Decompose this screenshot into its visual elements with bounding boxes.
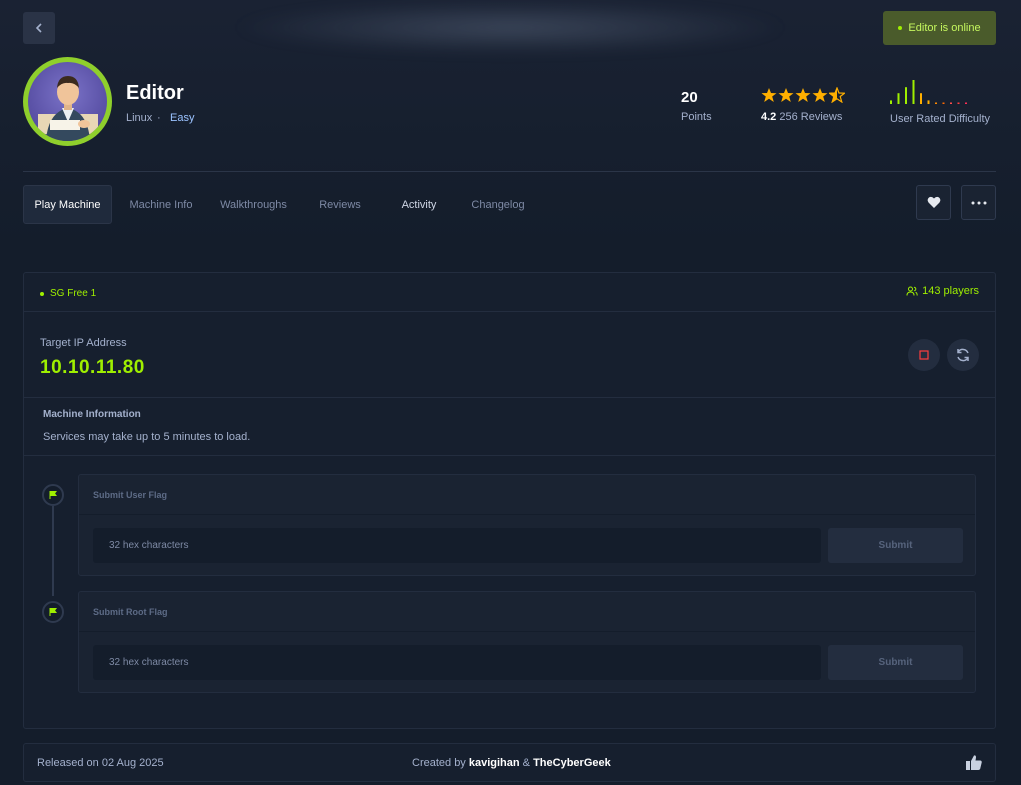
header-divider: [23, 171, 996, 172]
root-flag-card: Submit Root Flag Submit: [78, 591, 976, 693]
meta-separator: ·: [157, 112, 161, 124]
difficulty-bar: [957, 102, 960, 104]
difficulty-bar: [965, 102, 967, 104]
reset-machine-button[interactable]: [947, 339, 979, 371]
rating-stars: [761, 87, 845, 103]
user-flag-card: Submit User Flag Submit: [78, 474, 976, 576]
flag-icon: [49, 608, 57, 616]
heart-icon: [927, 196, 940, 208]
more-options-button[interactable]: [961, 185, 996, 220]
server-status-dot: [40, 291, 44, 296]
panel-header: SG Free 1 143 players: [24, 273, 995, 312]
target-ip[interactable]: 10.10.11.80: [40, 357, 145, 379]
star-icon: [761, 88, 777, 102]
created-by-label: Created by: [412, 757, 469, 769]
tab-activity[interactable]: Activity: [392, 185, 446, 224]
user-flag-title: Submit User Flag: [93, 490, 168, 500]
tab-walkthroughs[interactable]: Walkthroughs: [213, 185, 294, 224]
hero-background: [230, 0, 790, 55]
creator-link[interactable]: TheCyberGeek: [533, 757, 611, 769]
stop-icon: [919, 350, 929, 360]
section-divider: [24, 397, 995, 398]
machine-status-badge: Editor is online: [883, 11, 996, 45]
server-name: SG Free 1: [50, 288, 97, 299]
thumbs-up-icon: [966, 755, 982, 770]
star-icon: [795, 88, 811, 102]
difficulty-bar: [927, 100, 930, 104]
tab-play-machine[interactable]: Play Machine: [23, 185, 112, 224]
play-machine-panel: SG Free 1 143 players Target IP Address …: [23, 272, 996, 729]
users-icon: [906, 286, 918, 296]
stop-machine-button[interactable]: [908, 339, 940, 371]
difficulty-label: User Rated Difficulty: [890, 113, 991, 125]
machine-name: Editor: [126, 82, 184, 104]
difficulty-bar: [890, 100, 892, 104]
machine-os: Linux: [126, 112, 153, 124]
root-flag-input[interactable]: [93, 645, 821, 680]
status-dot: [898, 26, 903, 30]
players-text: 143 players: [922, 285, 979, 297]
root-flag-status: [42, 601, 64, 623]
release-date: Released on 02 Aug 2025: [37, 757, 164, 769]
star-icon: [778, 88, 794, 102]
avatar-illustration: [38, 76, 98, 141]
difficulty-bar: [905, 87, 907, 104]
root-flag-submit-button[interactable]: Submit: [828, 645, 963, 680]
difficulty-bar: [942, 102, 945, 104]
star-icon: [812, 88, 828, 102]
difficulty-chart: [890, 80, 967, 104]
flag-timeline-line: [52, 506, 54, 596]
rating-value: 4.2: [761, 111, 777, 123]
refresh-icon: [957, 348, 969, 362]
points-label: Points: [681, 111, 712, 123]
difficulty-bar: [920, 93, 922, 104]
creator-link[interactable]: kavigihan: [469, 757, 520, 769]
star-half-icon: [829, 87, 845, 103]
user-flag-submit-button[interactable]: Submit: [828, 528, 963, 563]
tab-machine-info[interactable]: Machine Info: [121, 185, 201, 224]
machine-difficulty: Easy: [170, 112, 195, 124]
difficulty-bar: [950, 102, 952, 104]
difficulty-bar: [935, 102, 937, 104]
reviews-count: 256 Reviews: [779, 111, 843, 123]
difficulty-bar: [912, 80, 915, 104]
flag-icon: [49, 491, 57, 499]
machine-info-title: Machine Information: [43, 409, 141, 420]
points-value: 20: [681, 89, 698, 106]
user-flag-status: [42, 484, 64, 506]
tab-changelog[interactable]: Changelog: [465, 185, 531, 224]
machine-footer: Released on 02 Aug 2025 Created by kavig…: [23, 743, 996, 782]
rating-summary: 4.2 256 Reviews: [761, 111, 842, 123]
creators: Created by kavigihan & TheCyberGeek: [412, 757, 611, 769]
players-count: 143 players: [906, 285, 979, 297]
machine-avatar: [23, 57, 112, 146]
tab-reviews[interactable]: Reviews: [310, 185, 370, 224]
more-horizontal-icon: [971, 201, 986, 204]
machine-info-text: Services may take up to 5 minutes to loa…: [43, 431, 251, 443]
root-flag-title: Submit Root Flag: [93, 607, 168, 617]
ip-label: Target IP Address: [40, 337, 127, 349]
like-button[interactable]: [965, 754, 983, 776]
section-divider: [24, 455, 995, 456]
creators-separator: &: [519, 757, 534, 769]
favorite-button[interactable]: [916, 185, 951, 220]
user-flag-input[interactable]: [93, 528, 821, 563]
status-text: Editor is online: [908, 22, 981, 34]
vpn-server[interactable]: SG Free 1: [40, 288, 96, 299]
back-button[interactable]: [23, 12, 55, 44]
difficulty-bar: [897, 93, 900, 104]
chevron-left-icon: [35, 23, 42, 33]
